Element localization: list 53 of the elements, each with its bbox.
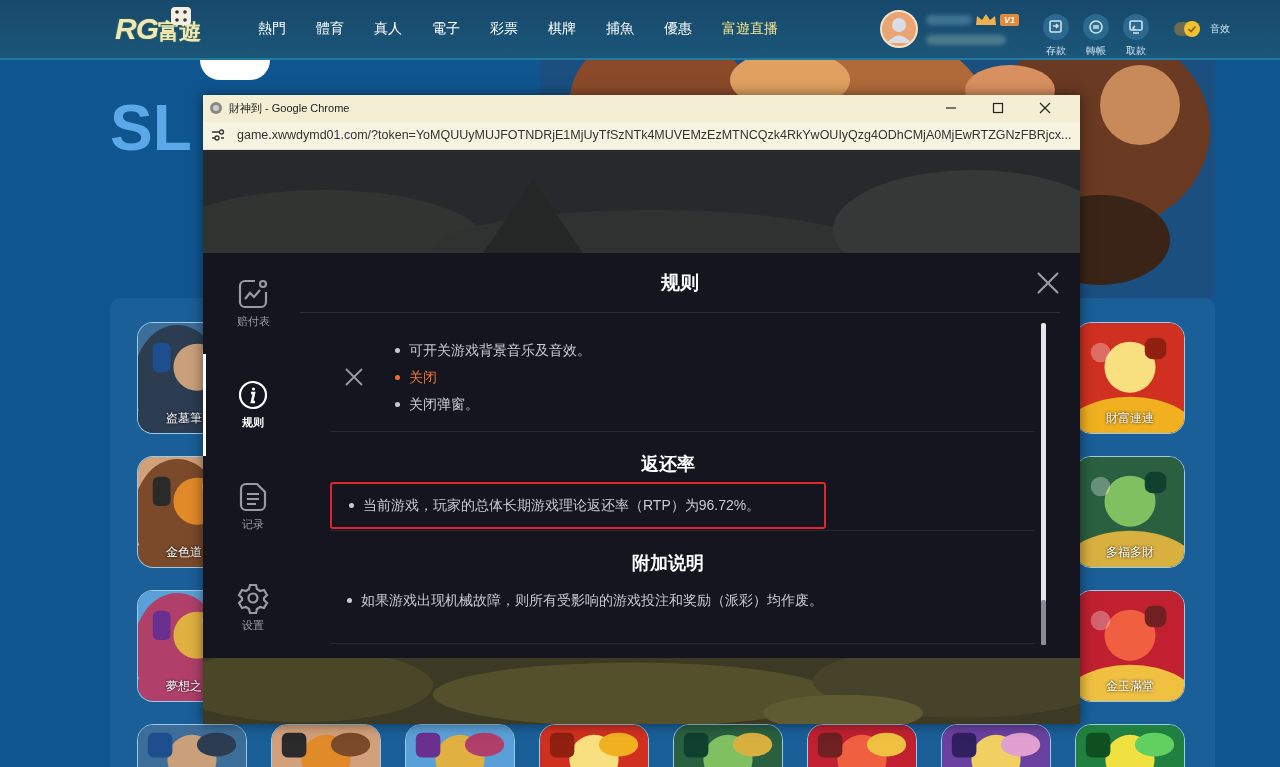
nav-link[interactable]: 熱門 <box>258 20 286 38</box>
nav-link[interactable]: 富遊直播 <box>722 20 778 38</box>
rule-text: 关闭 <box>395 363 1035 391</box>
vip-badge: V1 <box>1000 14 1019 26</box>
nav-link[interactable]: 真人 <box>374 20 402 38</box>
nav-link[interactable]: 體育 <box>316 20 344 38</box>
deposit-button[interactable]: 存款 <box>1036 14 1076 58</box>
avatar-icon[interactable] <box>880 10 918 48</box>
rule-text: 关闭弹窗。 <box>395 390 1035 418</box>
game-title: 多福多財 <box>1105 544 1155 561</box>
nav-link[interactable]: 捕魚 <box>606 20 634 38</box>
hero-title: SL <box>110 96 192 160</box>
game-tile[interactable]: 金色道 <box>137 456 203 568</box>
withdraw-button[interactable]: 取款 <box>1116 14 1156 58</box>
game-title: 金色道 <box>166 544 202 561</box>
gear-icon <box>237 581 269 614</box>
highlighted-text: 当前游戏，玩家的总体长期游戏理论返还率（RTP）为96.72%。 <box>330 482 826 529</box>
circle-lines-icon <box>1083 14 1109 40</box>
info-icon <box>237 379 269 412</box>
paytable-tab[interactable]: 赔付表 <box>203 253 300 355</box>
rule-text: 可开关游戏背景音乐及音效。 <box>395 336 1035 364</box>
scrollbar[interactable] <box>1041 323 1046 645</box>
close-icon <box>345 368 363 386</box>
history-tab[interactable]: 记录 <box>203 455 300 557</box>
nav-link[interactable]: 彩票 <box>490 20 518 38</box>
game-tile[interactable]: 盗墓筆 <box>137 322 203 434</box>
nav-link[interactable]: 優惠 <box>664 20 692 38</box>
bullet-icon <box>347 598 352 603</box>
nav-link[interactable]: 電子 <box>432 20 460 38</box>
game-title: 財富連連 <box>1105 410 1155 427</box>
section-heading: 返还率 <box>639 453 696 476</box>
nav-link[interactable]: 棋牌 <box>548 20 576 38</box>
transfer-button[interactable]: 轉帳 <box>1076 14 1116 58</box>
sound-toggle[interactable] <box>1174 22 1200 36</box>
chart-icon <box>237 278 269 311</box>
section-heading: 附加说明 <box>630 552 705 575</box>
arrow-box-icon <box>1043 14 1069 40</box>
rules-tab[interactable]: 规则 <box>203 354 300 456</box>
settings-tab[interactable]: 设置 <box>203 556 300 658</box>
bullet-icon <box>395 401 400 407</box>
site-settings-icon[interactable] <box>211 129 225 142</box>
sound-label: 音效 <box>1210 22 1230 36</box>
bullet-icon <box>349 503 354 508</box>
rule-text: 如果游戏出现机械故障，则所有受影响的游戏投注和奖励（派彩）均作废。 <box>330 587 1035 614</box>
round-emblem <box>200 60 270 80</box>
document-icon <box>237 480 269 513</box>
game-title: 盗墓筆 <box>166 410 202 427</box>
bullet-icon <box>395 374 400 380</box>
bullet-icon <box>395 347 400 353</box>
crown-icon <box>975 13 997 27</box>
redacted-name <box>926 15 972 25</box>
window-title: 財神到 - Google Chrome <box>229 100 350 116</box>
globe-icon <box>209 101 223 116</box>
